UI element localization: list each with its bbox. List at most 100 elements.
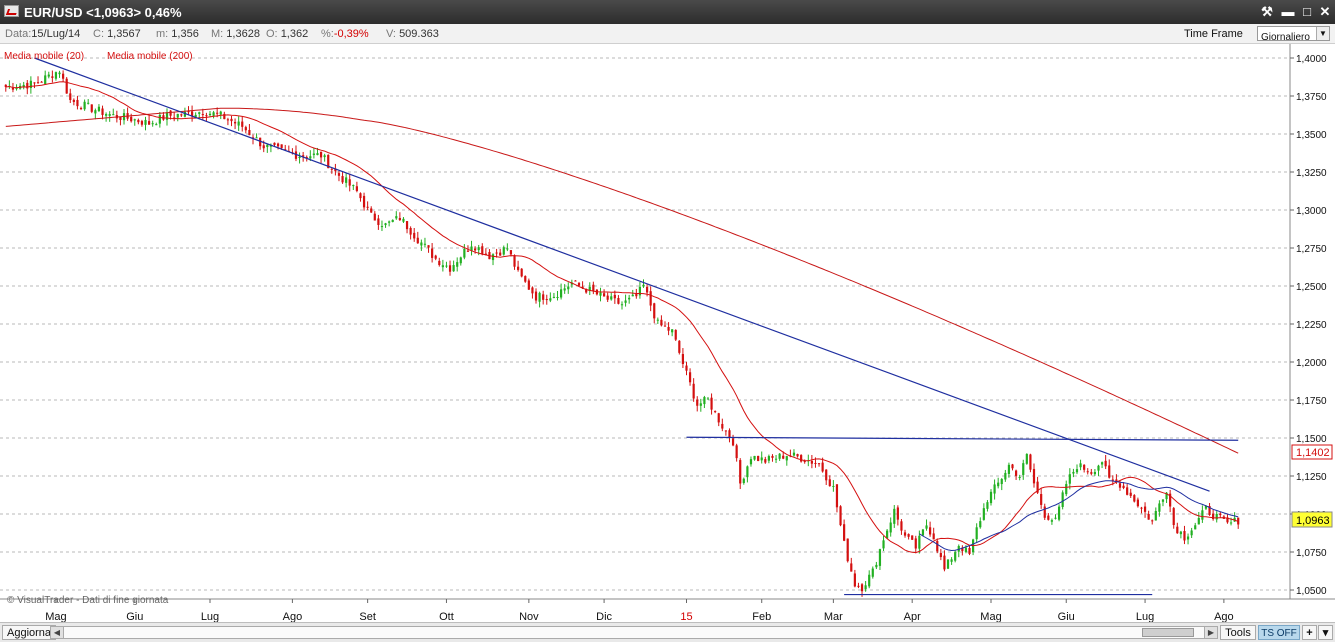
candle-body — [388, 221, 391, 223]
candle-body — [208, 113, 212, 116]
candle-body — [552, 296, 556, 298]
candle-body — [1229, 522, 1233, 524]
candle-body — [466, 250, 470, 252]
chevron-down-icon: ▼ — [1316, 27, 1329, 40]
candle-body — [538, 292, 541, 302]
scroll-left-icon[interactable]: ◀ — [51, 627, 64, 638]
candle-body — [828, 479, 831, 487]
candle-body — [1118, 483, 1122, 488]
candle-body — [667, 326, 670, 331]
candle-body — [298, 156, 301, 158]
candle-body — [663, 325, 667, 327]
candle-body — [391, 219, 394, 222]
pct-info: %:-0,39% — [321, 28, 369, 40]
y-tick-label: 1,2250 — [1296, 320, 1327, 331]
zoom-in-button[interactable]: + — [1302, 625, 1317, 640]
min-label: m: — [156, 28, 169, 40]
candle-body — [771, 455, 774, 458]
tools-button[interactable]: Tools — [1220, 625, 1256, 640]
candle-body — [749, 459, 753, 465]
candle-body — [1129, 492, 1132, 496]
candle-body — [105, 114, 108, 116]
max-value: 1,3628 — [226, 28, 260, 40]
candle-body — [1043, 506, 1046, 518]
candle-body — [441, 265, 444, 268]
candle-body — [276, 143, 280, 147]
refresh-button[interactable]: Aggiorna — [2, 625, 57, 640]
candle-body — [405, 221, 409, 230]
candle-body — [649, 291, 652, 306]
candle-body — [1158, 503, 1161, 512]
candle-body — [216, 112, 219, 114]
candle-body — [903, 532, 907, 536]
candle-body — [986, 502, 989, 509]
candle-body — [244, 127, 247, 131]
candle-body — [266, 144, 269, 148]
zoom-out-button[interactable]: ▾ — [1318, 625, 1333, 640]
candle-body — [950, 559, 953, 562]
candle-body — [1186, 536, 1190, 540]
candle-body — [158, 114, 161, 124]
bottom-toolbar: Aggiorna ◀ ▶ Tools TS OFF + ▾ — [0, 622, 1335, 642]
candle-body — [273, 142, 276, 145]
ts-off-button[interactable]: TS OFF — [1258, 625, 1300, 640]
x-tick-label: Giu — [126, 611, 143, 622]
legend-ma200: Media mobile (200) — [107, 51, 193, 62]
candle-body — [1040, 494, 1043, 505]
price-chart[interactable]: 1,4000 1,3750 1,3500 1,3250 1,3000 1,2750 1,25… — [0, 44, 1335, 622]
candle-body — [1111, 479, 1114, 481]
candle-body — [914, 538, 917, 549]
volume-value: 509.363 — [399, 28, 439, 40]
x-tick-label: Mag — [980, 611, 1001, 622]
tool-icon[interactable]: ⚒ — [1258, 3, 1276, 20]
candle-body — [180, 114, 183, 116]
candle-body — [348, 179, 351, 186]
candle-body — [319, 151, 323, 158]
candle-body — [792, 452, 796, 456]
candle-body — [1025, 454, 1028, 464]
price-badge-last-text: 1,0963 — [1296, 515, 1330, 527]
max-info: M: 1,3628 — [211, 28, 260, 40]
candle-body — [624, 300, 627, 303]
candle-body — [592, 284, 595, 291]
time-scrollbar[interactable]: ◀ ▶ — [50, 626, 1218, 639]
open-info: O: 1,362 — [266, 28, 308, 40]
candle-body — [688, 372, 692, 383]
candle-body — [642, 284, 645, 287]
candle-body — [710, 397, 713, 410]
candle-body — [556, 296, 559, 298]
candle-body — [681, 354, 685, 365]
candle-body — [724, 430, 727, 432]
candle-body — [717, 413, 720, 423]
candle-body — [774, 458, 778, 460]
candle-body — [230, 118, 233, 122]
timeframe-value: Giornaliero — [1261, 32, 1310, 43]
scroll-right-icon[interactable]: ▶ — [1204, 627, 1217, 638]
candle-body — [130, 116, 133, 122]
candle-body — [212, 112, 215, 116]
candle-body — [226, 119, 230, 121]
candle-body — [699, 403, 702, 406]
candle-body — [62, 73, 65, 79]
x-tick-label: Nov — [519, 611, 539, 622]
maximize-icon[interactable]: □ — [1298, 3, 1316, 20]
candle-body — [921, 529, 925, 536]
candle-body — [993, 484, 996, 494]
candle-body — [323, 155, 326, 158]
close-icon[interactable]: ✕ — [1316, 3, 1334, 20]
candle-body — [559, 289, 563, 298]
candle-body — [975, 527, 978, 540]
candle-body — [377, 218, 380, 225]
candle-body — [262, 145, 265, 149]
scrollbar-thumb[interactable] — [1142, 628, 1194, 637]
minimize-icon[interactable]: ▬ — [1279, 3, 1297, 20]
timeframe-select[interactable]: Giornaliero ▼ — [1257, 26, 1330, 43]
y-tick-label: 1,3000 — [1296, 206, 1327, 217]
candle-body — [1079, 463, 1082, 468]
candle-body — [69, 93, 72, 101]
candle-body — [954, 552, 957, 561]
candle-body — [1194, 525, 1197, 530]
candle-body — [1004, 472, 1007, 480]
candle-body — [448, 265, 452, 272]
candle-body — [864, 585, 867, 590]
